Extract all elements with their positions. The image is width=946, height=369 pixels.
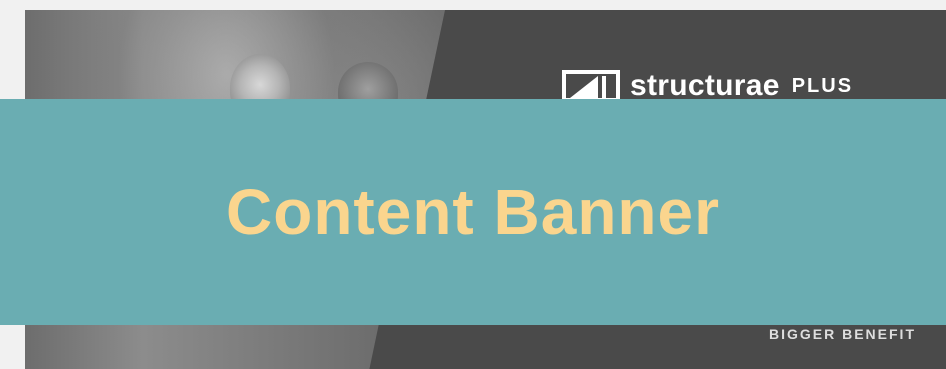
brand-wordmark: structurae <box>630 69 780 102</box>
tagline: BIGGER BENEFIT <box>768 326 916 342</box>
content-banner: Content Banner <box>0 99 946 325</box>
brand-suffix: PLUS <box>791 75 854 97</box>
banner-title: Content Banner <box>226 176 720 248</box>
